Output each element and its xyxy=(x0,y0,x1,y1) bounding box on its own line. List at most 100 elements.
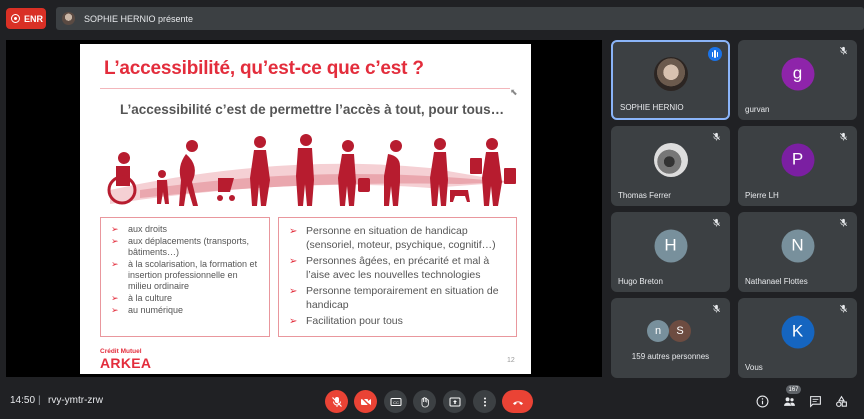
chat-button[interactable] xyxy=(807,393,823,409)
target-audience-text: Facilitation pour tous xyxy=(306,315,403,327)
brand-logo-text: ARKEA xyxy=(100,355,152,371)
captions-button[interactable]: CC xyxy=(384,390,407,413)
svg-text:CC: CC xyxy=(393,400,399,405)
separator: | xyxy=(38,395,41,406)
shared-slide: L’accessibilité, qu’est-ce que c’est ? ⬉… xyxy=(80,44,531,374)
participant-tile[interactable]: n S 159 autres personnes xyxy=(611,298,730,378)
activities-icon xyxy=(835,395,847,407)
recording-label: ENR xyxy=(24,13,44,24)
participant-name: Pierre LH xyxy=(745,191,779,200)
target-audience-text: Personne temporairement en situation de … xyxy=(306,285,499,311)
info-icon xyxy=(756,395,768,407)
participants-button[interactable] xyxy=(781,393,797,409)
participant-tile[interactable]: K Vous xyxy=(738,298,857,378)
mouse-cursor-icon: ⬉ xyxy=(510,87,518,97)
access-domain-text: aux droits xyxy=(128,224,168,234)
clock: 14:50 xyxy=(10,395,36,406)
chat-icon xyxy=(809,395,821,408)
slide-title: L’accessibilité, qu’est-ce que c’est ? xyxy=(104,58,424,79)
presentation-stage: L’accessibilité, qu’est-ce que c’est ? ⬉… xyxy=(6,40,602,377)
raise-hand-button[interactable] xyxy=(413,390,436,413)
access-domain-item: ➢ au numérique xyxy=(111,305,263,316)
avatar: P xyxy=(781,143,814,177)
camera-off-icon xyxy=(360,396,371,407)
hang-up-icon xyxy=(512,400,523,405)
present-icon xyxy=(449,397,460,406)
participant-tile[interactable]: N Nathanael Flottes xyxy=(738,212,857,292)
target-audience-text: Personnes âgées, en précarité et mal à l… xyxy=(306,255,490,281)
avatar: S xyxy=(669,320,691,342)
target-audience-item: ➢ Personne en situation de handicap (sens… xyxy=(289,224,510,252)
slide-subtitle: L’accessibilité c’est de permettre l’acc… xyxy=(120,102,505,117)
target-audience-text: Personne en situation de handicap (senso… xyxy=(306,225,496,251)
more-vert-icon xyxy=(483,397,486,406)
participant-name: Vous xyxy=(745,363,763,372)
access-domain-item: ➢ aux déplacements (transports, bâtiments… xyxy=(111,236,263,258)
bullet-arrow-icon: ➢ xyxy=(289,316,298,327)
avatar xyxy=(653,142,688,177)
avatar xyxy=(653,56,688,91)
bottom-bar: 14:50 | rvy-ymtr-zrw CC 167 xyxy=(0,384,864,419)
title-divider xyxy=(100,88,510,89)
access-domain-text: au numérique xyxy=(128,305,184,315)
bullet-arrow-icon: ➢ xyxy=(111,293,119,303)
avatar: N xyxy=(781,229,814,263)
access-domain-text: à la scolarisation, la formation et inse… xyxy=(128,259,258,291)
participant-tile[interactable]: P Pierre LH xyxy=(738,126,857,206)
participant-name: gurvan xyxy=(745,105,770,114)
leave-call-button[interactable] xyxy=(502,390,533,413)
left-list-box: ➢ aux droits ➢ aux déplacements (transports… xyxy=(100,217,270,337)
participant-count-badge: 167 xyxy=(786,385,801,394)
participant-tile[interactable]: g gurvan xyxy=(738,40,857,120)
participant-name: Hugo Breton xyxy=(618,277,663,286)
people-icon xyxy=(783,396,795,406)
recording-badge[interactable]: ENR xyxy=(6,8,46,29)
access-domain-text: aux déplacements (transports, bâtiments…… xyxy=(128,236,250,257)
participant-tile[interactable]: H Hugo Breton xyxy=(611,212,730,292)
presenter-avatar xyxy=(62,12,75,25)
access-domain-item: ➢ à la scolarisation, la formation et ins… xyxy=(111,259,263,292)
hand-icon xyxy=(421,396,429,407)
target-audience-item: ➢ Personne temporairement en situation de… xyxy=(289,284,510,312)
bullet-arrow-icon: ➢ xyxy=(289,226,298,237)
activities-button[interactable] xyxy=(833,393,849,409)
captions-icon: CC xyxy=(390,397,401,406)
target-audience-item: ➢ Facilitation pour tous xyxy=(289,314,510,328)
participant-name: Nathanael Flottes xyxy=(745,277,808,286)
bullet-arrow-icon: ➢ xyxy=(289,256,298,267)
access-domain-item: ➢ à la culture xyxy=(111,293,263,304)
camera-toggle-button[interactable] xyxy=(354,390,377,413)
bullet-arrow-icon: ➢ xyxy=(111,259,119,269)
presenter-chip[interactable]: SOPHIE HERNIO présente xyxy=(56,7,864,30)
present-screen-button[interactable] xyxy=(443,390,466,413)
access-domains-list: ➢ aux droits ➢ aux déplacements (transports… xyxy=(111,224,263,316)
bullet-arrow-icon: ➢ xyxy=(111,305,119,315)
participant-name: Thomas Ferrer xyxy=(618,191,671,200)
participant-tile[interactable]: Thomas Ferrer xyxy=(611,126,730,206)
avatar: n xyxy=(647,320,669,342)
more-options-button[interactable] xyxy=(473,390,496,413)
target-audience-list: ➢ Personne en situation de handicap (sens… xyxy=(289,224,510,328)
participant-tile[interactable]: SOPHIE HERNIO xyxy=(611,40,730,120)
avatar: K xyxy=(781,315,814,349)
meeting-info-button[interactable] xyxy=(754,393,770,409)
access-domain-item: ➢ aux droits xyxy=(111,224,263,235)
avatar: H xyxy=(654,229,687,263)
top-bar: ENR SOPHIE HERNIO présente xyxy=(0,0,864,38)
access-domain-text: à la culture xyxy=(128,293,173,303)
slide-page-number: 12 xyxy=(507,357,515,364)
avatar: g xyxy=(781,57,814,91)
bullet-arrow-icon: ➢ xyxy=(111,236,119,246)
bullet-arrow-icon: ➢ xyxy=(289,286,298,297)
mic-off-icon xyxy=(331,396,342,407)
meeting-code[interactable]: rvy-ymtr-zrw xyxy=(48,395,103,406)
mic-toggle-button[interactable] xyxy=(325,390,348,413)
right-list-box: ➢ Personne en situation de handicap (sens… xyxy=(278,217,517,337)
participant-name: 159 autres personnes xyxy=(631,352,710,361)
accessibility-illustration xyxy=(107,134,516,206)
participant-name: SOPHIE HERNIO xyxy=(620,103,684,112)
record-icon xyxy=(11,14,20,23)
brand-subtitle: Crédit Mutuel xyxy=(100,348,142,355)
speaking-indicator-icon xyxy=(708,47,722,61)
presenter-text: SOPHIE HERNIO présente xyxy=(84,13,194,24)
